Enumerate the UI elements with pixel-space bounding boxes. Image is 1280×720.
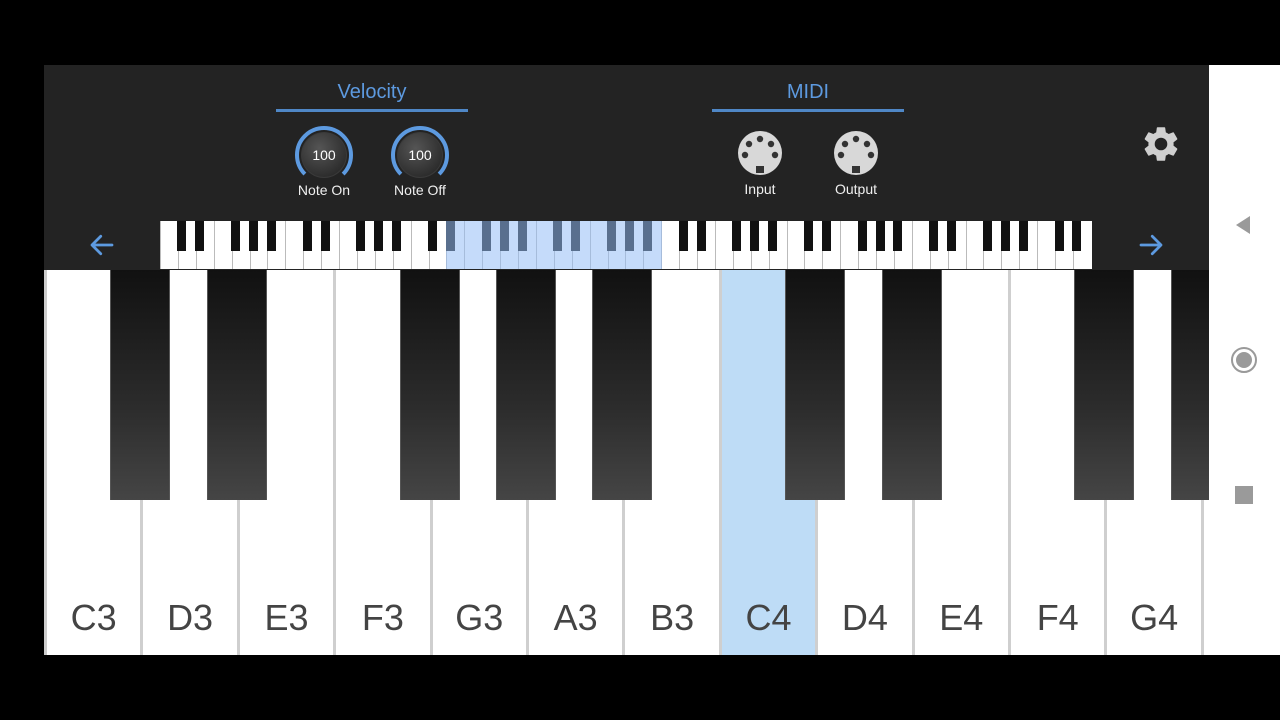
mini-black-key	[750, 221, 760, 251]
midi-output-label: Output	[834, 181, 878, 197]
arrow-left-icon[interactable]	[87, 230, 117, 260]
recents-icon[interactable]	[1235, 486, 1253, 504]
mini-black-key	[947, 221, 957, 251]
mini-black-key	[893, 221, 903, 251]
mini-white-key-divider	[285, 221, 287, 269]
mini-black-key	[929, 221, 939, 251]
key-label-g3: G3	[455, 597, 504, 638]
black-key-c-sharp4[interactable]	[785, 270, 846, 500]
mini-white-key-divider	[840, 221, 842, 269]
visible-range-highlight[interactable]	[446, 221, 662, 269]
key-label-e3: E3	[264, 597, 309, 638]
piano-keyboard: C3 D3 E3 F3 G3 A3 B3 C4 D4 E4 F4 G4	[44, 270, 1209, 655]
mini-black-key	[356, 221, 366, 251]
mini-black-key	[231, 221, 241, 251]
black-key-g-sharp4[interactable]	[1170, 270, 1209, 500]
mini-white-key-divider	[213, 221, 215, 269]
key-label-b3: B3	[650, 597, 695, 638]
mini-black-key	[195, 221, 205, 251]
mini-white-key-divider	[160, 221, 161, 269]
midi-input-icon[interactable]	[736, 129, 784, 177]
black-key-a-sharp3[interactable]	[592, 270, 653, 500]
key-label-e4: E4	[939, 597, 984, 638]
midi-input-label: Input	[744, 181, 776, 197]
mini-white-key-divider	[339, 221, 340, 269]
black-key-f-sharp3[interactable]	[399, 270, 460, 500]
key-label-f3: F3	[361, 597, 404, 638]
mini-black-key	[768, 221, 778, 251]
mini-black-key	[803, 221, 813, 251]
key-label-c3: C3	[70, 597, 117, 638]
mini-white-key-divider	[786, 221, 788, 269]
mini-black-key	[875, 221, 885, 251]
key-label-d3: D3	[167, 597, 214, 638]
key-label-c4: C4	[745, 597, 792, 638]
velocity-divider	[276, 109, 468, 112]
mini-black-key	[374, 221, 384, 251]
mini-black-key	[266, 221, 276, 251]
mini-black-key	[857, 221, 867, 251]
note-off-value: 100	[408, 147, 432, 163]
key-label-f4: F4	[1036, 597, 1079, 638]
mini-black-key	[320, 221, 330, 251]
mini-white-key-divider	[714, 221, 716, 269]
mini-white-key-divider	[911, 221, 913, 269]
black-key-d-sharp4[interactable]	[881, 270, 942, 500]
mini-black-key	[678, 221, 688, 251]
midi-title: MIDI	[786, 81, 830, 103]
mini-black-key	[392, 221, 402, 251]
midi-divider	[712, 109, 904, 112]
black-key-c-sharp3[interactable]	[110, 270, 171, 500]
arrow-right-icon[interactable]	[1136, 230, 1166, 260]
mini-black-key	[177, 221, 187, 251]
mini-white-key-divider	[410, 221, 412, 269]
mini-black-key	[982, 221, 992, 251]
gear-icon[interactable]	[1140, 123, 1182, 165]
note-on-label: Note On	[297, 182, 351, 198]
control-panel: Velocity 100 Note On 100 Note Off MIDI I…	[44, 65, 1209, 270]
mini-white-key-divider	[1037, 221, 1039, 269]
mini-black-key	[1018, 221, 1028, 251]
note-on-value: 100	[312, 147, 336, 163]
mini-black-key	[1054, 221, 1064, 251]
velocity-title: Velocity	[337, 81, 407, 103]
midi-output-icon[interactable]	[832, 129, 880, 177]
mini-white-key-divider	[965, 221, 967, 269]
note-off-label: Note Off	[394, 182, 446, 198]
back-icon[interactable]	[1233, 215, 1253, 235]
black-key-d-sharp3[interactable]	[206, 270, 267, 500]
mini-black-key	[821, 221, 831, 251]
key-label-g4: G4	[1130, 597, 1179, 638]
mini-black-key	[302, 221, 312, 251]
key-label-d4: D4	[841, 597, 888, 638]
mini-black-key	[1072, 221, 1082, 251]
note-off-knob[interactable]: 100	[390, 125, 450, 185]
key-label-a3: A3	[553, 597, 598, 638]
mini-black-key	[696, 221, 706, 251]
keyboard-overview[interactable]	[160, 221, 1092, 269]
mini-black-key	[732, 221, 742, 251]
black-key-f-sharp4[interactable]	[1074, 270, 1135, 500]
system-navigation-bar	[1209, 65, 1280, 655]
note-on-knob[interactable]: 100	[294, 125, 354, 185]
piano-app: Velocity 100 Note On 100 Note Off MIDI I…	[44, 65, 1209, 655]
mini-black-key	[428, 221, 437, 251]
mini-black-key	[249, 221, 258, 251]
home-icon[interactable]	[1230, 346, 1258, 374]
mini-black-key	[1000, 221, 1010, 251]
black-key-g-sharp3[interactable]	[496, 270, 556, 500]
